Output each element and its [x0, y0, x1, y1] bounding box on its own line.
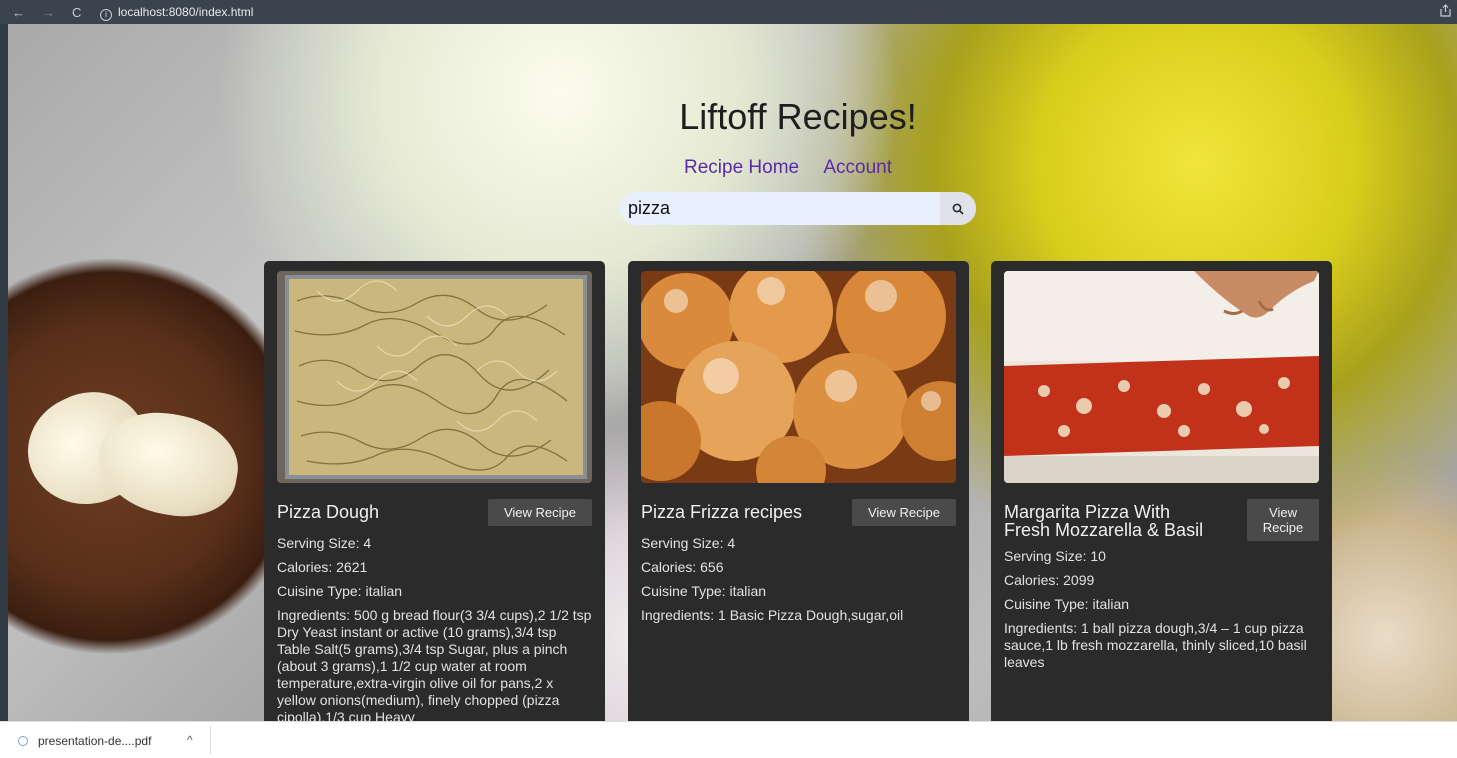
recipe-details: Serving Size: 4 Calories: 2621 Cuisine T…: [277, 535, 592, 721]
cuisine-type: Cuisine Type: italian: [1004, 596, 1130, 612]
recipe-photo-pizza-dough: [277, 271, 592, 483]
recipe-title: Pizza Dough: [277, 502, 380, 522]
recipe-title: Pizza Frizza recipes: [641, 502, 803, 522]
recipe-card: Margarita Pizza With Fresh Mozzarella & …: [991, 261, 1332, 721]
page-title: Liftoff Recipes!: [679, 96, 917, 137]
nav-recipe-home[interactable]: Recipe Home: [684, 157, 799, 178]
recipe-details: Serving Size: 4 Calories: 656 Cuisine Ty…: [641, 535, 956, 631]
view-recipe-button[interactable]: View Recipe: [1247, 499, 1319, 541]
calories: Calories: 656: [641, 559, 724, 575]
view-recipe-button[interactable]: View Recipe: [851, 499, 956, 526]
info-icon[interactable]: i: [100, 9, 112, 21]
url-text: localhost:8080/index.html: [118, 5, 254, 19]
pdf-file-icon: [18, 736, 28, 746]
recipe-card: Pizza Dough View Recipe Serving Size: 4 …: [264, 261, 605, 721]
search-input[interactable]: [620, 192, 940, 225]
recipe-card: Pizza Frizza recipes View Recipe Serving…: [628, 261, 969, 721]
ingredients: Ingredients: 1 Basic Pizza Dough,sugar,o…: [641, 607, 904, 623]
serving-size: Serving Size: 4: [277, 535, 372, 551]
downloads-bar: presentation-de....pdf ^: [0, 721, 1457, 758]
browser-toolbar: ← → C i localhost:8080/index.html: [0, 0, 1457, 24]
cuisine-type: Cuisine Type: italian: [641, 583, 767, 599]
recipe-photo-pizza-frizza: [641, 271, 956, 483]
serving-size: Serving Size: 10: [1004, 548, 1106, 564]
reload-icon[interactable]: C: [72, 5, 81, 20]
nav-account[interactable]: Account: [823, 157, 892, 178]
chevron-up-icon[interactable]: ^: [187, 733, 193, 747]
recipe-details: Serving Size: 10 Calories: 2099 Cuisine …: [1004, 548, 1319, 678]
search-button[interactable]: [940, 192, 976, 225]
calories: Calories: 2621: [277, 559, 368, 575]
download-filename: presentation-de....pdf: [38, 734, 152, 748]
search-icon: [952, 200, 964, 216]
download-item[interactable]: presentation-de....pdf: [18, 734, 151, 748]
ingredients: Ingredients: 500 g bread flour(3 3/4 cup…: [277, 607, 592, 721]
garlic-decoration: [10, 373, 246, 526]
share-icon[interactable]: [1440, 4, 1451, 20]
view-recipe-button[interactable]: View Recipe: [487, 499, 592, 526]
search-bar: [620, 192, 976, 225]
calories: Calories: 2099: [1004, 572, 1095, 588]
address-bar[interactable]: i localhost:8080/index.html: [100, 5, 253, 21]
forward-icon[interactable]: →: [42, 5, 55, 20]
recipe-title: Margarita Pizza With Fresh Mozzarella & …: [1004, 502, 1204, 540]
ingredients: Ingredients: 1 ball pizza dough,3/4 – 1 …: [1004, 620, 1307, 670]
back-icon[interactable]: ←: [12, 5, 25, 20]
page-viewport: Liftoff Recipes! Recipe Home Account piz…: [8, 24, 1457, 721]
serving-size: Serving Size: 4: [641, 535, 736, 551]
main-nav: Recipe Home Account: [684, 157, 912, 179]
recipe-photo-margarita-pizza: [1004, 271, 1319, 483]
cuisine-type: Cuisine Type: italian: [277, 583, 403, 599]
divider: [210, 726, 211, 754]
